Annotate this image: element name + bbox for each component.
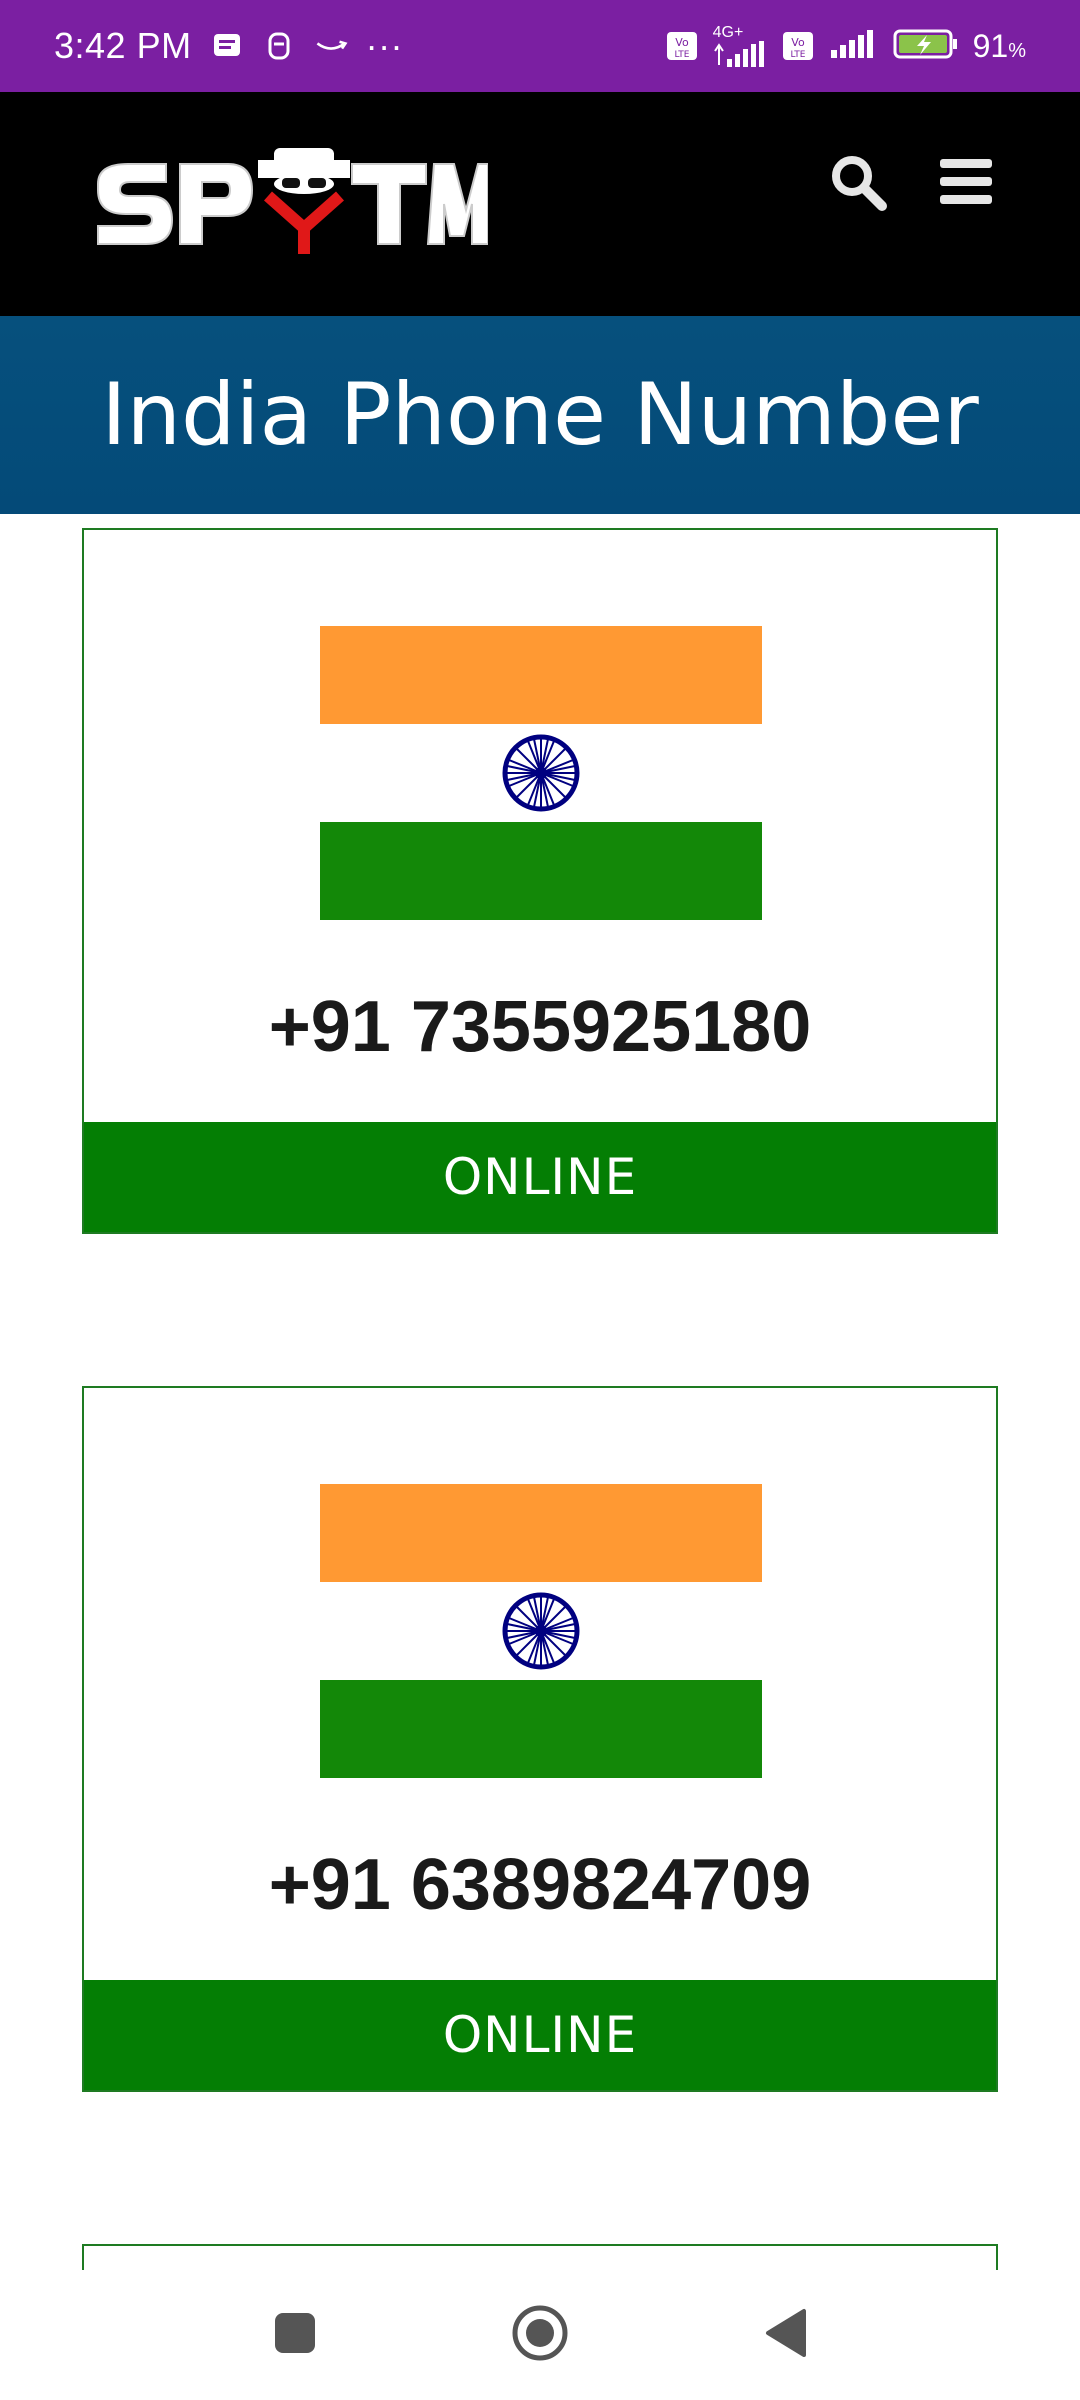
more-dots-icon: ···	[365, 25, 404, 66]
page-title: India Phone Number	[101, 365, 979, 465]
signal-4g-icon: 4G+	[713, 25, 767, 67]
network-badge: 4G+	[712, 24, 744, 41]
status-bar: 3:42 PM ··· Vo LTE 4G+ Vo LTE 91%	[0, 0, 1080, 92]
volte-icon: Vo LTE	[665, 29, 699, 63]
online-status-button[interactable]: ONLINE	[84, 1122, 996, 1232]
battery-percent: 91%	[973, 28, 1026, 65]
phone-number[interactable]: +91 6389824709	[84, 1844, 996, 1926]
notification-icon	[262, 29, 296, 63]
title-band: India Phone Number	[0, 316, 1080, 514]
back-button[interactable]	[750, 2300, 820, 2370]
recent-apps-icon	[273, 2311, 317, 2360]
svg-text:Vo: Vo	[791, 36, 805, 49]
home-button[interactable]	[505, 2300, 575, 2370]
phone-card[interactable]: +91 7355925180 ONLINE	[82, 528, 998, 1234]
home-icon	[510, 2303, 570, 2368]
search-button[interactable]	[818, 144, 898, 224]
recent-apps-button[interactable]	[260, 2300, 330, 2370]
ashoka-chakra-icon	[502, 734, 580, 812]
search-icon	[828, 152, 888, 217]
volte-icon-2: Vo LTE	[781, 29, 815, 63]
svg-text:Vo: Vo	[675, 36, 689, 49]
menu-button[interactable]	[926, 144, 1006, 224]
flag-saffron-band	[320, 1484, 762, 1582]
battery-unit: %	[1008, 39, 1026, 62]
signal-icon	[829, 29, 879, 63]
flag-green-band	[320, 822, 762, 920]
status-time: 3:42 PM	[54, 25, 192, 66]
hamburger-menu-icon	[938, 157, 994, 212]
site-header	[0, 92, 1080, 316]
back-icon	[762, 2307, 808, 2364]
battery-icon	[893, 27, 959, 66]
message-icon	[210, 29, 244, 63]
online-status-button[interactable]: ONLINE	[84, 1980, 996, 2090]
spytm-logo[interactable]	[88, 144, 489, 264]
ashoka-chakra-icon	[502, 1592, 580, 1670]
svg-text:LTE: LTE	[674, 50, 689, 60]
phone-number[interactable]: +91 7355925180	[84, 986, 996, 1068]
status-bar-left: 3:42 PM ···	[54, 25, 403, 67]
phone-card[interactable]: +91 6389824709 ONLINE	[82, 1386, 998, 2092]
india-flag-image	[320, 626, 762, 920]
battery-value: 91	[972, 27, 1009, 64]
flag-saffron-band	[320, 626, 762, 724]
flag-green-band	[320, 1680, 762, 1778]
amazon-icon	[314, 29, 348, 63]
status-bar-right: Vo LTE 4G+ Vo LTE 91%	[665, 25, 1026, 67]
svg-text:LTE: LTE	[790, 50, 805, 60]
india-flag-image	[320, 1484, 762, 1778]
system-nav-bar	[0, 2270, 1080, 2400]
